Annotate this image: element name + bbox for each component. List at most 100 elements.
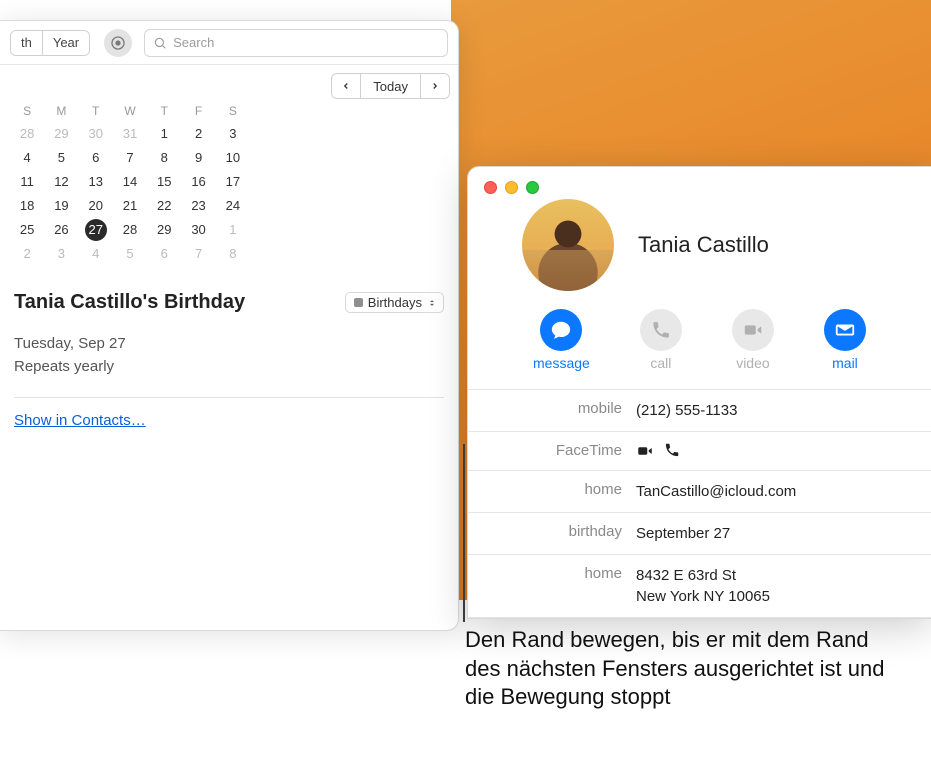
calendar-day[interactable]: 17: [216, 170, 250, 193]
field-birthday[interactable]: birthday September 27: [468, 513, 931, 555]
field-key: home: [482, 481, 622, 498]
calendar-day[interactable]: 8: [147, 146, 181, 169]
calendar-day[interactable]: 30: [181, 218, 215, 241]
minimize-button[interactable]: [505, 181, 518, 194]
calendar-day[interactable]: 3: [216, 122, 250, 145]
calendar-window: th Year Search Today SMTWTFS282930311234…: [0, 20, 459, 631]
calendar-day[interactable]: 18: [10, 194, 44, 217]
calendar-day[interactable]: 4: [10, 146, 44, 169]
callout-text: Den Rand bewegen, bis er mit dem Rand de…: [465, 626, 895, 712]
dow-header: T: [79, 101, 113, 121]
calendar-day[interactable]: 28: [113, 218, 147, 241]
calendar-day[interactable]: 24: [216, 194, 250, 217]
next-button[interactable]: [421, 74, 449, 98]
field-value: 8432 E 63rd St New York NY 10065: [636, 565, 770, 607]
search-icon: [153, 36, 167, 50]
calendar-day[interactable]: 5: [44, 146, 78, 169]
event-date: Tuesday, Sep 27: [14, 332, 444, 355]
calendar-day[interactable]: 8: [216, 242, 250, 265]
calendar-day[interactable]: 12: [44, 170, 78, 193]
calendar-day[interactable]: 23: [181, 194, 215, 217]
field-mobile[interactable]: mobile (212) 555-1133: [468, 390, 931, 432]
contact-actions: message call video mail: [468, 309, 931, 389]
view-seg-year[interactable]: Year: [43, 31, 89, 55]
view-seg-month[interactable]: th: [11, 31, 43, 55]
mini-calendar-grid[interactable]: SMTWTFS282930311234567891011121314151617…: [10, 101, 250, 265]
close-button[interactable]: [484, 181, 497, 194]
calendar-day[interactable]: 6: [79, 146, 113, 169]
calendar-day[interactable]: 2: [181, 122, 215, 145]
updown-icon: [427, 297, 437, 309]
message-icon: [550, 319, 572, 341]
zoom-button[interactable]: [526, 181, 539, 194]
calendar-day[interactable]: 25: [10, 218, 44, 241]
video-action[interactable]: video: [732, 309, 774, 371]
calendar-day[interactable]: 16: [181, 170, 215, 193]
field-home-address[interactable]: home 8432 E 63rd St New York NY 10065: [468, 555, 931, 618]
calendar-day[interactable]: 27: [79, 218, 113, 241]
mail-action[interactable]: mail: [824, 309, 866, 371]
calendar-day[interactable]: 19: [44, 194, 78, 217]
search-placeholder: Search: [173, 35, 214, 50]
callout-line: [463, 444, 465, 622]
contact-fields: mobile (212) 555-1133 FaceTime home TanC…: [468, 389, 931, 618]
field-key: mobile: [482, 400, 622, 417]
calendar-day[interactable]: 26: [44, 218, 78, 241]
chevron-right-icon: [430, 81, 440, 91]
calendar-day[interactable]: 6: [147, 242, 181, 265]
calendar-day[interactable]: 1: [147, 122, 181, 145]
mini-calendar: Today SMTWTFS282930311234567891011121314…: [0, 65, 458, 275]
window-controls: [468, 167, 931, 197]
event-details: Tania Castillo's Birthday Birthdays Tues…: [0, 275, 458, 430]
call-action[interactable]: call: [640, 309, 682, 371]
field-key: FaceTime: [482, 442, 622, 459]
field-value: (212) 555-1133: [636, 400, 737, 421]
calendar-day[interactable]: 1: [216, 218, 250, 241]
mail-icon: [834, 319, 856, 341]
event-title: Tania Castillo's Birthday: [14, 291, 245, 314]
show-in-contacts-link[interactable]: Show in Contacts…: [14, 412, 146, 429]
calendar-color-dot: [354, 298, 363, 307]
calendar-day[interactable]: 14: [113, 170, 147, 193]
calendar-day[interactable]: 20: [79, 194, 113, 217]
field-facetime[interactable]: FaceTime: [468, 432, 931, 471]
calendar-day[interactable]: 22: [147, 194, 181, 217]
video-icon[interactable]: [636, 442, 654, 460]
calendar-day[interactable]: 29: [147, 218, 181, 241]
view-segmented-control[interactable]: th Year: [10, 30, 90, 56]
calendar-day[interactable]: 7: [113, 146, 147, 169]
calendar-day[interactable]: 9: [181, 146, 215, 169]
contact-name: Tania Castillo: [638, 232, 769, 258]
message-action[interactable]: message: [533, 309, 590, 371]
calendar-day[interactable]: 31: [113, 122, 147, 145]
calendar-day[interactable]: 10: [216, 146, 250, 169]
calendar-nav-seg: Today: [331, 73, 450, 99]
facetime-icons: [636, 442, 680, 460]
calendar-day[interactable]: 15: [147, 170, 181, 193]
calendar-day[interactable]: 3: [44, 242, 78, 265]
calendar-day[interactable]: 13: [79, 170, 113, 193]
phone-icon[interactable]: [664, 442, 680, 458]
calendar-day[interactable]: 21: [113, 194, 147, 217]
calendar-day[interactable]: 7: [181, 242, 215, 265]
search-input[interactable]: Search: [144, 29, 448, 57]
field-value: September 27: [636, 523, 730, 544]
airplay-icon[interactable]: [104, 29, 132, 57]
field-key: home: [482, 565, 622, 582]
event-repeat: Repeats yearly: [14, 355, 444, 378]
calendar-day[interactable]: 11: [10, 170, 44, 193]
calendar-day[interactable]: 29: [44, 122, 78, 145]
prev-button[interactable]: [332, 74, 360, 98]
calendar-day[interactable]: 5: [113, 242, 147, 265]
video-label: video: [736, 355, 769, 371]
calendar-day[interactable]: 30: [79, 122, 113, 145]
calendar-day[interactable]: 4: [79, 242, 113, 265]
avatar[interactable]: [522, 199, 614, 291]
today-button[interactable]: Today: [360, 74, 421, 98]
calendar-day[interactable]: 2: [10, 242, 44, 265]
field-home-email[interactable]: home TanCastillo@icloud.com: [468, 471, 931, 513]
calendar-select[interactable]: Birthdays: [345, 292, 444, 313]
calendar-day[interactable]: 28: [10, 122, 44, 145]
phone-icon: [651, 320, 671, 340]
field-key: birthday: [482, 523, 622, 540]
